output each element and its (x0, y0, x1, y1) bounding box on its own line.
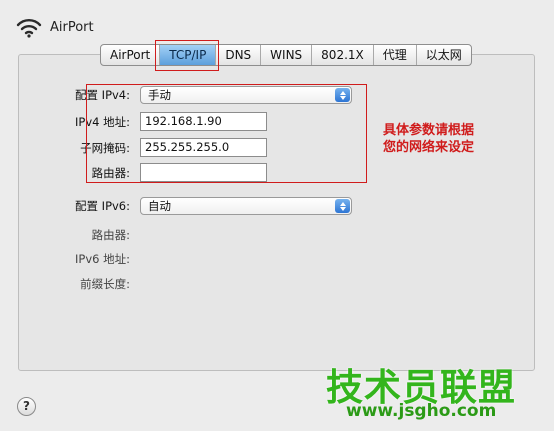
subnet-mask-label: 子网掩码: (80, 140, 130, 155)
ipv6-address-row: IPv6 地址: (0, 251, 140, 267)
header: AirPort (16, 14, 94, 40)
configure-ipv6-value: 自动 (148, 199, 171, 213)
ipv4-address-label: IPv4 地址: (75, 114, 130, 129)
annotation-line-1: 具体参数请根据 (383, 123, 475, 138)
tab-airport[interactable]: AirPort (101, 45, 159, 65)
ipv4-address-field[interactable]: 192.168.1.90 (140, 112, 267, 131)
header-title: AirPort (50, 19, 94, 35)
ipv4-address-row: IPv4 地址: 192.168.1.90 (0, 112, 267, 131)
configure-ipv6-row: 配置 IPv6: 自动 (0, 197, 352, 215)
tab-ethernet[interactable]: 以太网 (415, 45, 471, 65)
annotation-text: 具体参数请根据 您的网络来设定 (383, 122, 474, 156)
tab-tcp-ip[interactable]: TCP/IP (159, 45, 216, 65)
configure-ipv4-value: 手动 (148, 88, 171, 102)
prefix-length-row: 前缀长度: (0, 276, 140, 292)
prefix-length-label: 前缀长度: (80, 277, 130, 291)
ipv4-router-row: 路由器: (0, 163, 267, 182)
configure-ipv4-select[interactable]: 手动 (140, 86, 352, 104)
annotation-line-2: 您的网络来设定 (383, 140, 475, 155)
configure-ipv6-select[interactable]: 自动 (140, 197, 352, 215)
help-button[interactable]: ? (17, 397, 36, 416)
subnet-mask-row: 子网掩码: 255.255.255.0 (0, 138, 267, 157)
tab-802-1x[interactable]: 802.1X (311, 45, 373, 65)
ipv6-router-label: 路由器: (91, 228, 130, 242)
tab-bar: AirPort TCP/IP DNS WINS 802.1X 代理 以太网 (100, 44, 472, 66)
ipv6-address-label: IPv6 地址: (75, 252, 130, 266)
tab-wins[interactable]: WINS (260, 45, 311, 65)
tab-proxy[interactable]: 代理 (372, 45, 416, 65)
ipv6-router-row: 路由器: (0, 227, 140, 243)
tab-dns[interactable]: DNS (215, 45, 260, 65)
configure-ipv4-row: 配置 IPv4: 手动 (0, 86, 352, 104)
configure-ipv4-label: 配置 IPv4: (75, 88, 130, 102)
ipv4-router-field[interactable] (140, 163, 267, 182)
wifi-icon (16, 19, 42, 38)
select-arrows-icon (335, 88, 350, 102)
subnet-mask-field[interactable]: 255.255.255.0 (140, 138, 267, 157)
ipv4-router-label: 路由器: (91, 165, 130, 180)
watermark-url: www.jsgho.com (346, 401, 497, 421)
select-arrows-icon (335, 199, 350, 213)
configure-ipv6-label: 配置 IPv6: (75, 199, 130, 213)
